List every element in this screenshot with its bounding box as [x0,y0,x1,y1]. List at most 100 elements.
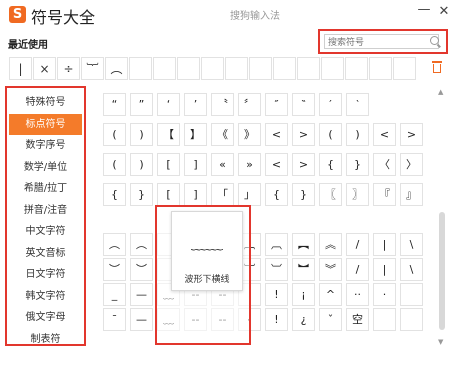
sidebar-item[interactable]: 韩文字符 [9,286,82,307]
symbol-cell[interactable]: ″ [265,93,288,116]
symbol-cell[interactable]: 〈 [373,153,396,176]
symbol-cell[interactable]: ︾ [319,258,342,281]
symbol-cell[interactable]: ︺ [265,258,288,281]
symbol-cell[interactable]: « [211,153,234,176]
symbol-cell[interactable]: / [346,233,369,256]
minimize-button[interactable]: — [415,1,433,19]
symbol-cell[interactable]: ︹ [265,233,288,256]
symbol-cell[interactable]: ! [265,308,288,331]
symbol-cell[interactable]: ) [346,123,369,146]
recent-symbol-cell[interactable] [177,57,200,80]
symbol-cell[interactable]: 「 [211,183,234,206]
symbol-cell[interactable]: 空 [346,308,369,331]
symbol-cell[interactable]: ( [103,123,126,146]
symbol-cell[interactable]: ︶ [130,258,153,281]
recent-symbol-cell[interactable]: | [9,57,32,80]
symbol-cell[interactable]: { [265,183,288,206]
symbol-cell[interactable]: ′ [319,93,342,116]
recent-symbol-cell[interactable]: ︵ [105,57,128,80]
sidebar-item[interactable]: 俄文字母 [9,307,82,328]
recent-symbol-cell[interactable]: ︸ [81,57,104,80]
recent-symbol-cell[interactable] [129,57,152,80]
recent-symbol-cell[interactable] [153,57,176,80]
symbol-cell[interactable]: ‘ [157,93,180,116]
recent-symbol-cell[interactable] [249,57,272,80]
symbol-cell[interactable]: { [103,183,126,206]
recent-symbol-cell[interactable] [321,57,344,80]
symbol-cell[interactable]: ︶ [103,258,126,281]
symbol-cell[interactable]: ︻ [292,233,315,256]
symbol-cell[interactable]: } [346,153,369,176]
symbol-cell[interactable]: } [130,183,153,206]
symbol-cell[interactable]: > [400,123,423,146]
recent-symbol-cell[interactable]: × [33,57,56,80]
sidebar-item[interactable]: 拼音/注音 [9,200,82,221]
symbol-cell[interactable]: ’ [184,93,207,116]
scroll-up-icon[interactable]: ▲ [438,88,443,96]
sidebar-item[interactable]: 希腊/拉丁 [9,178,82,199]
trash-icon[interactable] [432,61,442,73]
symbol-cell[interactable]: 『 [373,183,396,206]
symbol-cell[interactable]: \ [400,258,423,281]
symbol-cell[interactable]: ) [130,153,153,176]
symbol-cell[interactable]: 〗 [346,183,369,206]
sidebar-item[interactable]: 特殊符号 [9,92,82,113]
symbol-cell[interactable]: ) [130,123,153,146]
symbol-cell[interactable]: — [130,308,153,331]
symbol-cell[interactable]: ︵ [130,233,153,256]
recent-symbol-cell[interactable] [345,57,368,80]
sidebar-item[interactable]: 数学/单位 [9,157,82,178]
symbol-cell[interactable]: 〞 [238,93,261,116]
symbol-cell[interactable]: ] [184,153,207,176]
symbol-cell[interactable]: > [292,153,315,176]
symbol-cell[interactable]: · [373,283,396,306]
symbol-cell[interactable]: 【 [157,123,180,146]
scroll-down-icon[interactable]: ▼ [438,338,443,346]
sidebar-item[interactable]: 制表符 [9,329,82,350]
symbol-cell[interactable]: ] [184,183,207,206]
symbol-cell[interactable]: 〖 [319,183,342,206]
symbol-cell[interactable]: ︼ [292,258,315,281]
symbol-cell[interactable]: < [265,153,288,176]
symbol-cell[interactable]: / [346,258,369,281]
symbol-cell[interactable]: } [292,183,315,206]
symbol-cell[interactable]: 《 [211,123,234,146]
symbol-cell[interactable]: ( [103,153,126,176]
symbol-cell[interactable]: ¡ [292,283,315,306]
recent-symbol-cell[interactable] [225,57,248,80]
symbol-cell[interactable]: 〝 [211,93,234,116]
symbol-cell[interactable]: < [265,123,288,146]
symbol-cell[interactable]: ¿ [292,308,315,331]
symbol-cell[interactable]: ( [319,123,342,146]
symbol-cell[interactable]: ︽ [319,233,342,256]
symbol-cell[interactable] [400,283,423,306]
symbol-cell[interactable]: ^ [319,283,342,306]
symbol-cell[interactable]: | [373,233,396,256]
symbol-cell[interactable]: [ [157,153,180,176]
search-input[interactable] [324,34,439,49]
symbol-cell[interactable]: 」 [238,183,261,206]
symbol-cell[interactable]: — [130,283,153,306]
symbol-cell[interactable]: _ [103,283,126,306]
symbol-cell[interactable]: < [373,123,396,146]
symbol-cell[interactable]: | [373,258,396,281]
recent-symbol-cell[interactable] [201,57,224,80]
symbol-cell[interactable] [373,308,396,331]
sidebar-item[interactable]: 英文音标 [9,243,82,264]
sidebar-item[interactable]: 标点符号 [9,113,82,135]
symbol-cell[interactable]: { [319,153,342,176]
symbol-cell[interactable]: \ [400,233,423,256]
symbol-cell[interactable]: [ [157,183,180,206]
symbol-cell[interactable]: 〉 [400,153,423,176]
symbol-cell[interactable]: 】 [184,123,207,146]
recent-symbol-cell[interactable]: ÷ [57,57,80,80]
symbol-cell[interactable]: ” [130,93,153,116]
scrollbar-thumb[interactable] [439,212,445,330]
recent-symbol-cell[interactable] [393,57,416,80]
symbol-cell[interactable]: ! [265,283,288,306]
symbol-cell[interactable] [400,308,423,331]
symbol-cell[interactable]: ·· [346,283,369,306]
scrollbar[interactable]: ▲ ▼ [437,88,447,346]
search-icon[interactable] [430,36,439,45]
symbol-cell[interactable]: » [238,153,261,176]
